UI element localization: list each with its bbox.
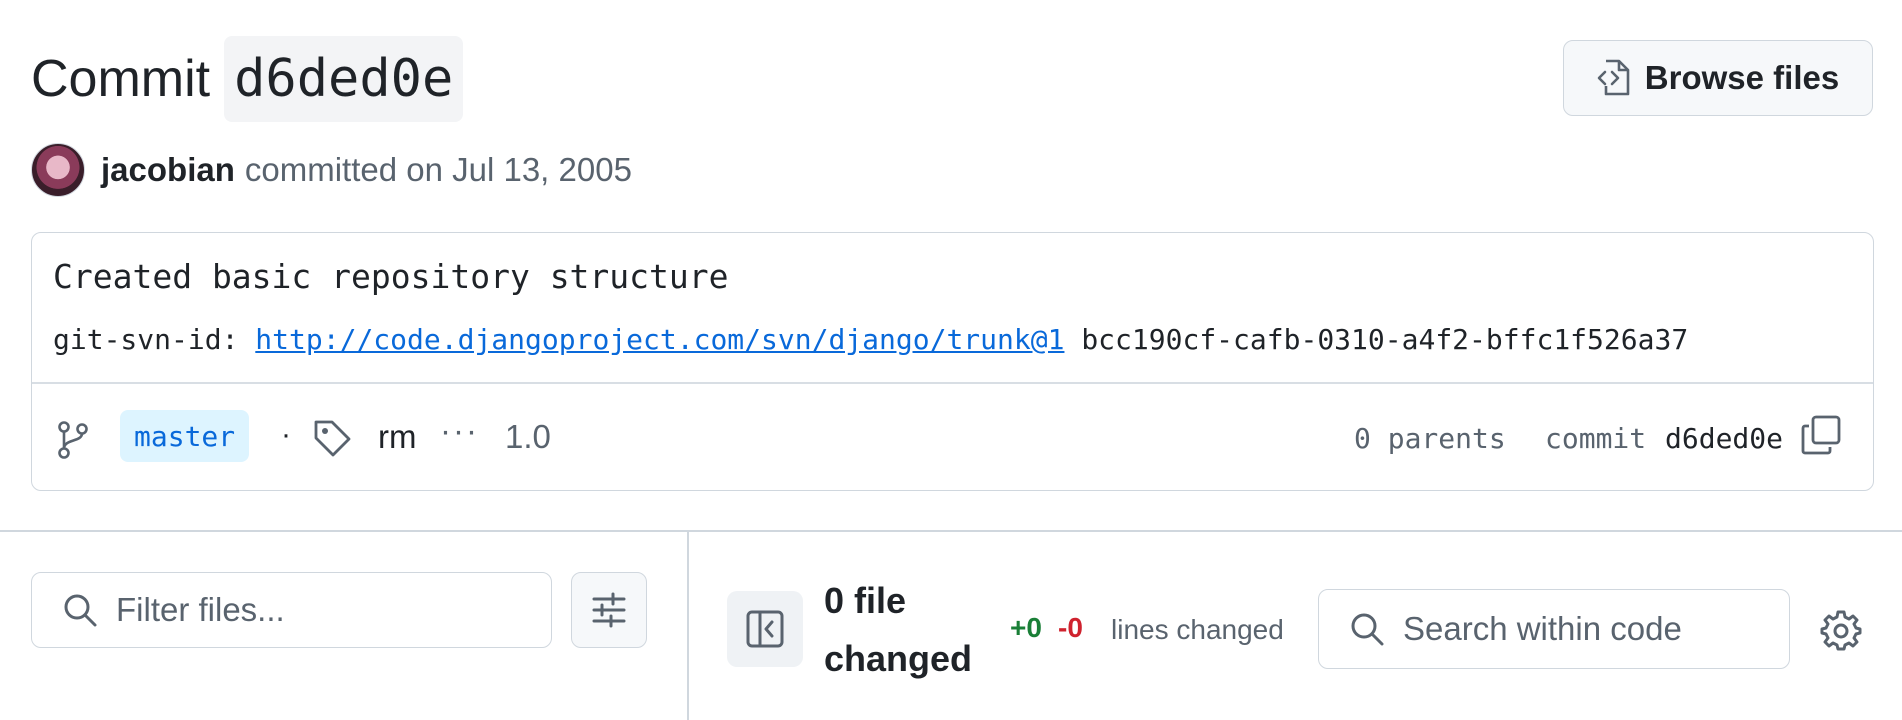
file-code-icon (1597, 59, 1630, 96)
commit-message-title: Created basic repository structure (53, 257, 729, 296)
files-changed-summary: 0 file changed (824, 580, 973, 679)
tag-rm-link[interactable]: rm (378, 418, 416, 456)
author-row: jacobian committed on Jul 13, 2005 (31, 142, 632, 198)
filter-files-field[interactable] (31, 572, 552, 648)
additions-count: +0 (1010, 612, 1042, 643)
browse-files-button[interactable]: Browse files (1563, 40, 1873, 116)
tag-version-link[interactable]: 1.0 (505, 418, 551, 456)
git-svn-id-prefix: git-svn-id: (53, 323, 239, 356)
separator-dot: · (281, 418, 291, 451)
search-code-input[interactable] (1403, 610, 1783, 648)
filter-sliders-icon (592, 592, 626, 628)
page-title: Commit d6ded0e (31, 36, 464, 122)
commit-message-box: Created basic repository structure git-s… (31, 232, 1874, 491)
commit-date: committed on Jul 13, 2005 (244, 151, 632, 188)
deletions-count: -0 (1058, 612, 1083, 643)
branch-master-link[interactable]: master (120, 410, 250, 462)
file-tree-divider (687, 531, 689, 720)
tag-icon (314, 420, 351, 457)
search-code-field[interactable] (1318, 589, 1790, 669)
browse-files-label: Browse files (1644, 59, 1840, 96)
author-name-link[interactable]: jacobian (101, 151, 235, 189)
copy-icon[interactable] (1800, 414, 1842, 456)
commit-sha-full: d6ded0e (1665, 422, 1784, 455)
search-icon (64, 594, 97, 627)
search-icon (1351, 613, 1384, 646)
svn-uuid: bcc190cf-cafb-0310-a4f2-bffc1f526a37 (1081, 323, 1689, 356)
svn-trunk-link[interactable]: http://code.djangoproject.com/svn/django… (255, 323, 1064, 356)
commit-heading: Commit (31, 50, 211, 108)
more-tags-button[interactable]: ··· (440, 412, 479, 450)
commit-meta-row: master · rm ··· 1.0 0 parents commit d6d… (32, 384, 1873, 490)
file-filter-options-button[interactable] (571, 572, 647, 648)
toggle-file-tree-button[interactable] (727, 591, 803, 667)
commit-label: commit (1545, 422, 1647, 455)
lines-changed-label: lines changed (1111, 614, 1284, 645)
commit-sha-chip: d6ded0e (224, 36, 464, 122)
gear-icon[interactable] (1820, 609, 1862, 651)
avatar[interactable] (31, 143, 85, 197)
parents-count: 0 parents (1354, 422, 1506, 455)
sidebar-collapse-icon (746, 610, 784, 648)
git-branch-icon (58, 421, 88, 459)
commit-message-body: git-svn-id: http://code.djangoproject.co… (53, 323, 1688, 356)
filter-files-input[interactable] (116, 591, 496, 629)
section-divider (0, 530, 1902, 532)
